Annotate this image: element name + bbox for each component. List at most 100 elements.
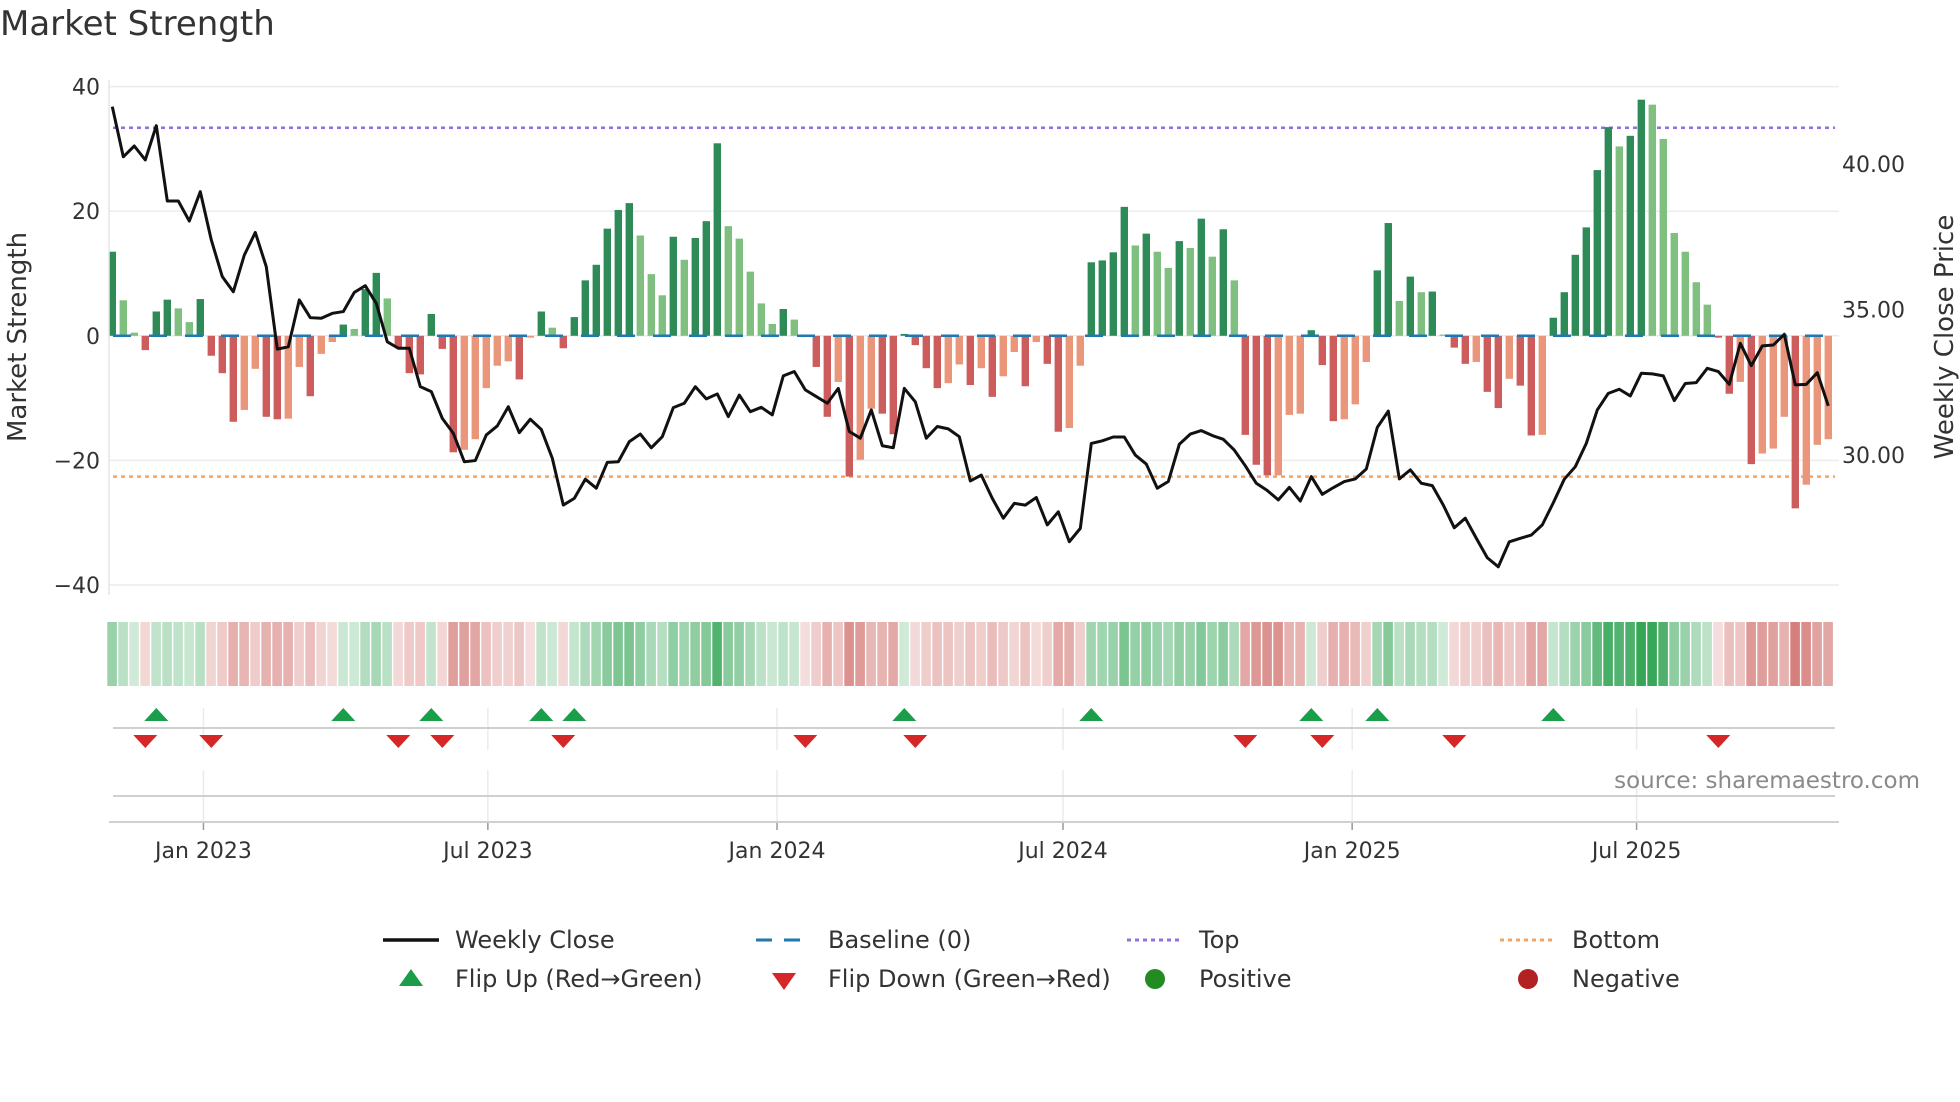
strength-bar (1362, 335, 1370, 362)
heat-cell (1746, 622, 1756, 686)
heat-cell (1361, 622, 1371, 686)
strength-bar (119, 300, 127, 336)
flip-up-marker (1299, 708, 1324, 721)
heat-cell (1790, 622, 1800, 686)
strength-bar (1263, 335, 1271, 476)
heat-cell (338, 622, 348, 686)
strength-bar (141, 335, 149, 351)
heat-cell (1713, 622, 1723, 686)
strength-bar (1142, 233, 1150, 336)
strength-bar (1582, 227, 1590, 336)
heat-cell (1009, 622, 1019, 686)
strength-bar (614, 209, 622, 336)
heat-cell (921, 622, 931, 686)
heat-cell (822, 622, 832, 686)
heat-cell (382, 622, 392, 686)
heat-cell (1603, 622, 1613, 686)
strength-bar (1010, 335, 1018, 352)
strength-bar (229, 335, 237, 422)
strength-bar (504, 335, 512, 362)
heat-cell (855, 622, 865, 686)
strength-bar (691, 237, 699, 336)
dashed-line-swatch-icon (756, 938, 812, 942)
heat-cell (162, 622, 172, 686)
strength-bar (163, 299, 171, 336)
legend-label: Flip Down (Green→Red) (828, 965, 1111, 993)
strength-bar (1274, 335, 1282, 476)
heat-cell (1284, 622, 1294, 686)
heat-cell (998, 622, 1008, 686)
strength-bar (911, 335, 919, 346)
heat-cell (1064, 622, 1074, 686)
heat-cell (1306, 622, 1316, 686)
heat-cell (437, 622, 447, 686)
heat-cell (1471, 622, 1481, 686)
heat-cell (1163, 622, 1173, 686)
y-tick-label: 40 (72, 76, 100, 101)
heat-cell (602, 622, 612, 686)
strength-bar (1483, 335, 1491, 392)
red-dot-icon (1518, 969, 1538, 989)
heat-cell (1207, 622, 1217, 686)
heat-cell (866, 622, 876, 686)
triangle-down-icon (772, 973, 796, 990)
strength-bar (515, 335, 523, 380)
strength-bar (460, 335, 468, 450)
x-axis: Jan 2023 Jul 2023 Jan 2024 Jul 2024 Jan 2025… (109, 821, 1839, 864)
x-tick-label: Jan 2024 (727, 839, 826, 864)
strength-bar (1659, 138, 1667, 336)
strength-bar (361, 289, 369, 336)
y2-tick-label: 40.00 (1842, 153, 1905, 178)
heat-cell (1548, 622, 1558, 686)
strength-bar (713, 143, 721, 336)
strength-bar (746, 271, 754, 336)
heat-cell (1658, 622, 1668, 686)
flip-down-marker (430, 735, 455, 748)
strength-bar (988, 335, 996, 397)
dotted-line-swatch-icon (1127, 938, 1183, 942)
strength-bar (1153, 251, 1161, 336)
heat-cell (943, 622, 953, 686)
strength-bar (174, 308, 182, 336)
x-tick-label: Jul 2025 (1590, 839, 1682, 864)
strength-bar (1373, 270, 1381, 336)
strength-bar (1593, 170, 1601, 336)
strength-bar (966, 335, 974, 386)
heat-cell (206, 622, 216, 686)
strength-bar (1131, 245, 1139, 336)
strength-bar (350, 328, 358, 336)
strength-bar (724, 226, 732, 336)
strength-bar (768, 323, 776, 336)
heat-cell (899, 622, 909, 686)
heat-cell (129, 622, 139, 686)
strength-bar (702, 221, 710, 336)
flip-down-marker (551, 735, 576, 748)
heat-cell (745, 622, 755, 686)
heat-cell (261, 622, 271, 686)
strength-bar (845, 335, 853, 477)
strength-bar (867, 335, 875, 409)
heat-cell (1614, 622, 1624, 686)
heat-cell (1438, 622, 1448, 686)
flip-markers-panel (113, 708, 1835, 822)
y2-tick-label: 35.00 (1842, 298, 1905, 323)
strength-bar (1516, 335, 1524, 386)
strength-bar (680, 259, 688, 336)
heat-cell (767, 622, 777, 686)
heat-cell (1075, 622, 1085, 686)
legend-item-baseline: Baseline (0) (754, 925, 971, 955)
heat-cell (1537, 622, 1547, 686)
strength-bar (1384, 223, 1392, 336)
strength-bars (108, 99, 1835, 509)
heat-cell (217, 622, 227, 686)
strength-bar (1527, 335, 1535, 436)
heat-cell (1372, 622, 1382, 686)
strength-bar (1813, 335, 1821, 445)
heat-cell (1559, 622, 1569, 686)
strength-bar (1164, 267, 1172, 336)
heat-cell (195, 622, 205, 686)
strength-bar (1604, 127, 1612, 336)
heat-cell (239, 622, 249, 686)
strength-bar (1714, 335, 1722, 338)
heat-cell (1416, 622, 1426, 686)
